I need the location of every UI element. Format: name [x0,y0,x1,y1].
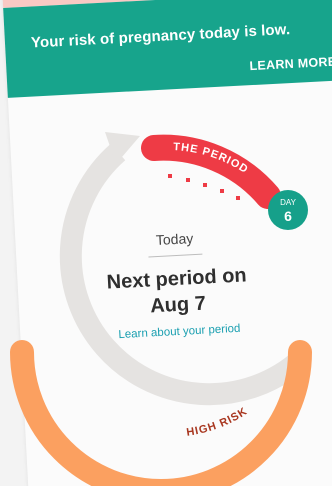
svg-text:HIGH RISK: HIGH RISK [186,405,250,439]
high-risk-label: HIGH RISK [186,405,249,439]
day-badge-label: DAY [280,198,297,207]
high-risk-arc [10,340,312,486]
app-screen: Your risk of pregnancy today is low. LEA… [0,0,332,486]
day-badge-number: 6 [284,208,292,224]
cycle-center-info: Today Next period on Aug 7 Learn about y… [89,227,264,345]
day-badge[interactable]: DAY 6 [268,190,308,230]
center-divider [148,253,203,258]
